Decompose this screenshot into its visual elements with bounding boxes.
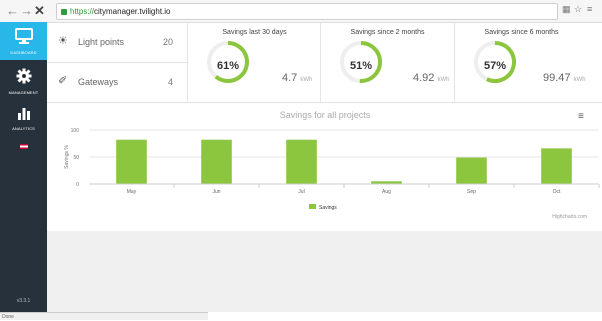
forward-arrow-icon[interactable]: → bbox=[20, 3, 33, 19]
x-tick-label: Jul bbox=[298, 189, 304, 195]
savings-kwh: 4.92 kWh bbox=[413, 72, 450, 84]
y-tick-label: 50 bbox=[73, 155, 79, 161]
stat-gateways: ✐ Gateways 4 bbox=[47, 62, 187, 102]
menu-icon[interactable]: ≡ bbox=[587, 4, 592, 14]
chart-credit: Highcharts.com bbox=[552, 214, 587, 220]
sidebar-item-label: DASHBOARD bbox=[10, 50, 37, 55]
bar-chart-icon bbox=[17, 108, 30, 120]
url-scheme: https:// bbox=[70, 7, 95, 16]
sidebar-item-label: ANALYTICS bbox=[12, 126, 35, 131]
lock-icon bbox=[61, 9, 67, 15]
sidebar-item-dashboard[interactable]: DASHBOARD bbox=[0, 22, 47, 60]
close-icon[interactable]: ✕ bbox=[34, 3, 45, 19]
status-bar: Done bbox=[0, 312, 208, 320]
sidebar-item-management[interactable]: MANAGEMENT bbox=[0, 64, 47, 100]
gateway-icon: ✐ bbox=[58, 75, 68, 87]
sidebar-item-analytics[interactable]: ANALYTICS bbox=[0, 104, 47, 134]
language-flag-icon[interactable] bbox=[20, 144, 28, 149]
browser-toolbar: ← → ✕ https://citymanager.tvilight.io ▦ … bbox=[0, 0, 602, 23]
savings-kwh: 99.47 kWh bbox=[543, 72, 586, 84]
x-tick-label: Oct bbox=[553, 189, 561, 195]
back-arrow-icon[interactable]: ← bbox=[6, 3, 19, 19]
y-tick-label: 0 bbox=[76, 182, 79, 188]
bar bbox=[201, 139, 232, 184]
x-tick-label: Sep bbox=[467, 189, 476, 195]
version-label: v3.3.1 bbox=[16, 298, 31, 304]
stat-light-points: ☀ Light points 20 bbox=[47, 22, 187, 62]
savings-card-2-months: Savings since 2 months 51% 4.92 kWh bbox=[321, 22, 454, 102]
stat-value: 20 bbox=[162, 37, 173, 47]
translate-icon[interactable]: ▦ bbox=[562, 4, 571, 15]
x-tick-label: Jun bbox=[212, 189, 220, 195]
sun-icon: ☀ bbox=[58, 35, 68, 47]
y-tick-label: 100 bbox=[71, 128, 80, 134]
stat-name: Light points bbox=[78, 37, 125, 47]
address-bar[interactable]: https://citymanager.tvilight.io bbox=[56, 3, 558, 20]
bar bbox=[116, 139, 147, 184]
bar bbox=[286, 139, 317, 184]
savings-card-30-days: Savings last 30 days 61% 4.7 kWh bbox=[188, 22, 321, 102]
savings-percent: 51% bbox=[349, 60, 373, 72]
star-icon[interactable]: ☆ bbox=[574, 4, 582, 15]
savings-percent: 57% bbox=[483, 60, 507, 72]
sidebar-item-label: MANAGEMENT bbox=[8, 90, 39, 95]
savings-card-6-months: Savings since 6 months 57% 99.47 kWh bbox=[455, 22, 588, 102]
url-host: citymanager.tvilight.io bbox=[94, 7, 171, 16]
savings-bar-chart: 100 50 0 Savings % May Jun Jul Aug Sep Oct Savings… bbox=[64, 128, 600, 220]
divider bbox=[47, 102, 602, 103]
savings-kwh: 4.7 kWh bbox=[282, 72, 313, 84]
savings-title: Savings since 6 months bbox=[484, 29, 559, 36]
legend-label: Savings bbox=[319, 205, 337, 211]
bar bbox=[541, 148, 572, 184]
x-tick-label: Aug bbox=[382, 189, 391, 195]
y-axis-label: Savings % bbox=[64, 145, 70, 169]
stat-name: Gateways bbox=[78, 77, 119, 87]
x-tick-label: May bbox=[127, 189, 137, 195]
savings-percent: 61% bbox=[216, 60, 240, 72]
stats-panel: ☀ Light points 20 ✐ Gateways 4 bbox=[47, 22, 187, 102]
gear-icon bbox=[16, 68, 31, 84]
monitor-icon bbox=[14, 28, 33, 44]
bar bbox=[456, 157, 487, 184]
savings-title: Savings last 30 days bbox=[222, 29, 287, 36]
sidebar: DASHBOARD MANAGEMENT ANALYTICS v3.3.1 bbox=[0, 22, 47, 320]
stat-value: 4 bbox=[167, 77, 173, 87]
savings-title: Savings since 2 months bbox=[350, 29, 425, 36]
empty-area bbox=[47, 231, 602, 312]
legend-swatch bbox=[309, 204, 316, 209]
